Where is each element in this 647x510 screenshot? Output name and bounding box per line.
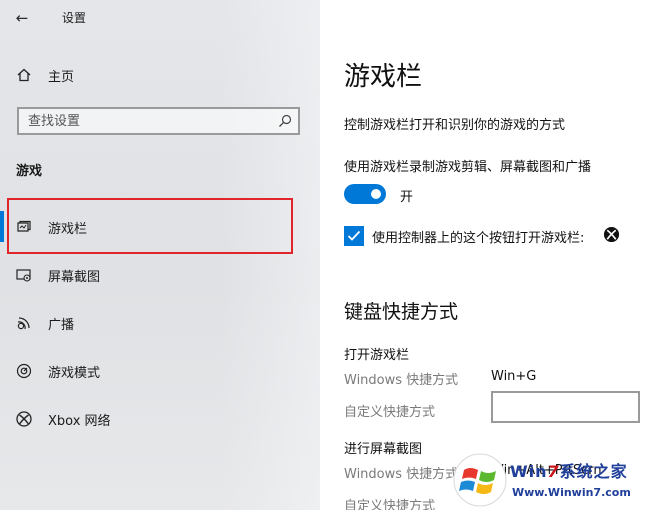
- custom-shortcut-label: 自定义快捷方式: [344, 405, 436, 420]
- sidebar-item-label: 游戏模式: [48, 365, 101, 381]
- sidebar-item-home[interactable]: 主页: [0, 55, 300, 95]
- broadcast-icon: [15, 314, 33, 332]
- sidebar-section-label: 游戏: [16, 164, 43, 179]
- sidebar-item-label: Xbox 网络: [48, 413, 111, 429]
- annotation-highlight-box: [7, 198, 293, 254]
- checkmark-icon: [347, 230, 361, 241]
- sidebar-item-screen-capture[interactable]: 屏幕截图: [0, 255, 300, 295]
- controller-button-label: 使用控制器上的这个按钮打开游戏栏:: [372, 231, 585, 246]
- search-input[interactable]: [19, 109, 268, 133]
- windows-shortcut-label: Windows 快捷方式: [344, 467, 459, 482]
- xbox-button-icon: [603, 226, 620, 243]
- sidebar-item-label: 广播: [48, 317, 75, 333]
- toggle-knob: [371, 189, 381, 199]
- custom-shortcut-label: 自定义快捷方式: [344, 499, 436, 510]
- sidebar-item-label: 主页: [48, 69, 75, 85]
- sidebar-item-game-mode[interactable]: 游戏模式: [0, 351, 300, 391]
- sidebar-item-xbox-network[interactable]: Xbox 网络: [0, 399, 300, 439]
- sidebar-item-broadcast[interactable]: 广播: [0, 303, 300, 343]
- settings-sidebar: ← 设置 主页 游戏 游戏栏: [0, 0, 320, 510]
- search-icon[interactable]: [277, 113, 293, 129]
- home-icon: [15, 66, 33, 84]
- settings-search-box[interactable]: [17, 107, 300, 135]
- game-mode-icon: [15, 362, 33, 380]
- shortcut-group-title: 打开游戏栏: [344, 348, 410, 363]
- windows-shortcut-value: Win+G: [491, 369, 537, 384]
- page-title: 游戏栏: [344, 62, 423, 92]
- keyboard-shortcuts-heading: 键盘快捷方式: [344, 301, 459, 323]
- xbox-icon: [15, 410, 33, 428]
- app-title: 设置: [62, 11, 87, 25]
- site-watermark: Win7系统之家 Www.Winwin7.com: [452, 452, 647, 510]
- shortcut-group-title: 进行屏幕截图: [344, 442, 423, 457]
- settings-content: 游戏栏 控制游戏栏打开和识别你的游戏的方式 使用游戏栏录制游戏剪辑、屏幕截图和广…: [320, 0, 647, 510]
- windows-shortcut-label: Windows 快捷方式: [344, 373, 459, 388]
- page-description: 控制游戏栏打开和识别你的游戏的方式: [344, 118, 566, 133]
- screen-capture-icon: [15, 266, 33, 284]
- record-setting-label: 使用游戏栏录制游戏剪辑、屏幕截图和广播: [344, 160, 592, 175]
- watermark-title: Win7系统之家: [510, 462, 628, 481]
- custom-shortcut-input[interactable]: [491, 391, 640, 423]
- back-arrow-icon: ←: [15, 9, 29, 27]
- controller-button-checkbox[interactable]: [344, 226, 364, 246]
- windows-logo-icon: [453, 453, 507, 507]
- record-toggle-switch[interactable]: [344, 184, 386, 204]
- back-button[interactable]: ←: [10, 8, 34, 28]
- watermark-url: Www.Winwin7.com: [512, 486, 631, 499]
- toggle-state-label: 开: [400, 190, 414, 205]
- sidebar-item-label: 屏幕截图: [48, 269, 101, 285]
